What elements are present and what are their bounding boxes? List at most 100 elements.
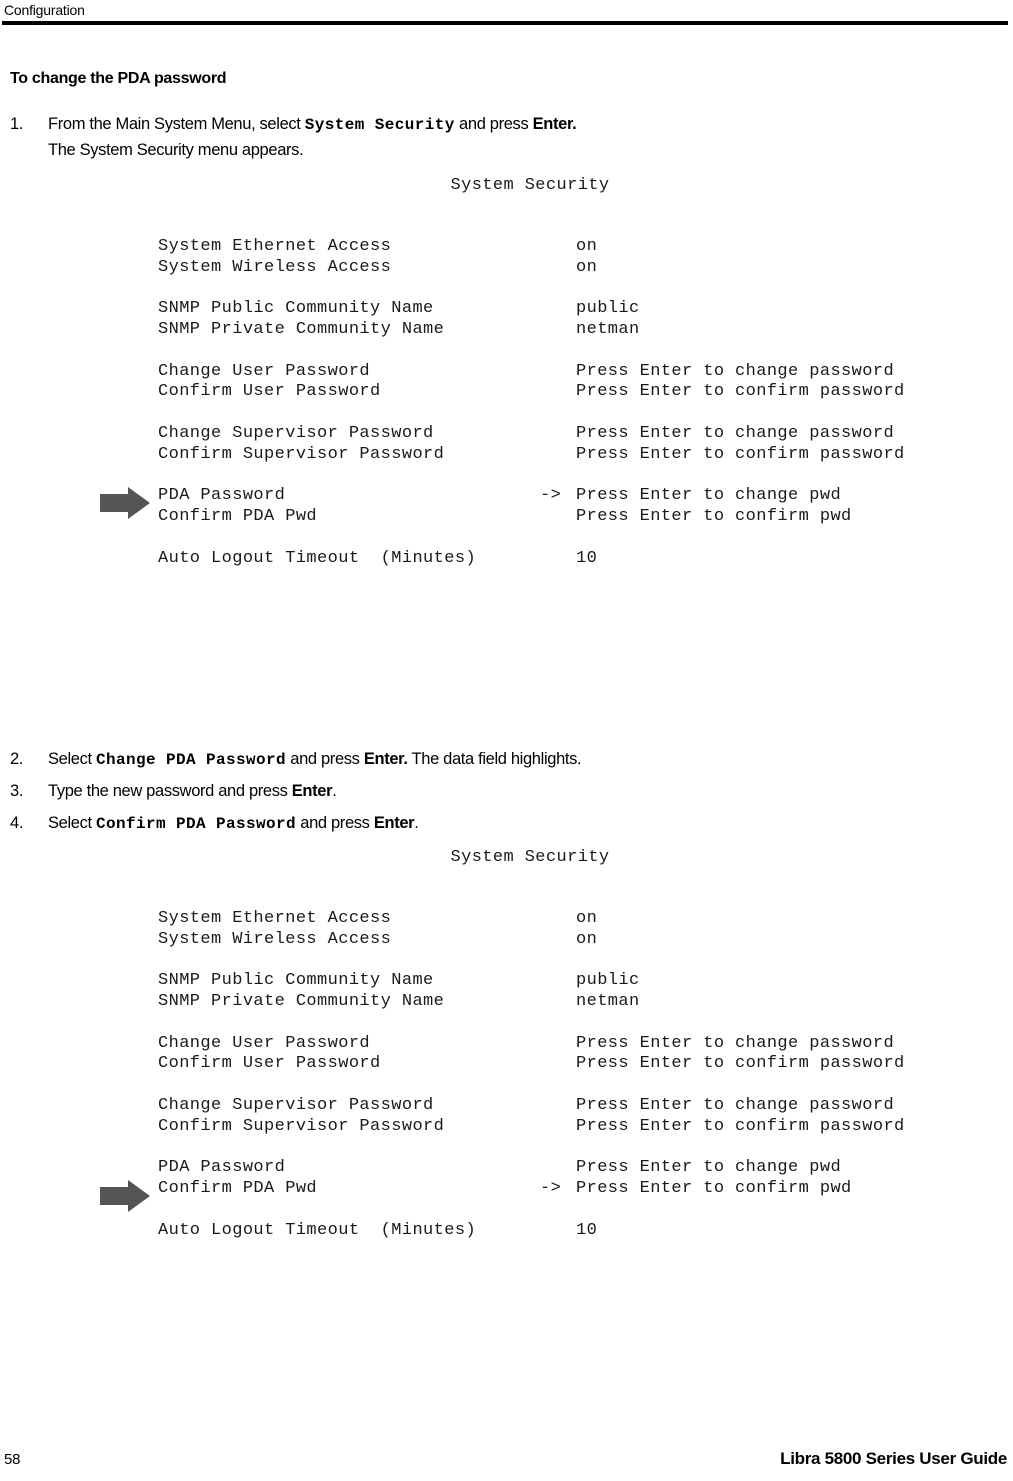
terminal-row-spacer bbox=[158, 341, 960, 362]
terminal-row-value: on bbox=[576, 929, 598, 949]
terminal-row-label: System Wireless Access bbox=[158, 929, 392, 949]
terminal-row-label: Change User Password bbox=[158, 361, 371, 381]
terminal-row-value: Press Enter to confirm password bbox=[576, 382, 905, 402]
step-mono-term: Confirm PDA Password bbox=[96, 815, 297, 833]
terminal-screenshot-2: System Security System Ethernet Access on… bbox=[60, 848, 960, 1408]
terminal-row-value: Press Enter to change pwd bbox=[576, 486, 842, 506]
terminal-row-label: PDA Password bbox=[158, 1158, 286, 1178]
terminal-row-spacer bbox=[158, 278, 960, 299]
step-bold-key: Enter bbox=[291, 782, 333, 800]
terminal-row-label: Confirm User Password bbox=[158, 382, 381, 402]
terminal-row-label: PDA Password bbox=[158, 486, 286, 506]
page-number: 58 bbox=[4, 1451, 21, 1468]
page-header: Configuration bbox=[0, 0, 1013, 26]
terminal-row-label: Confirm User Password bbox=[158, 1054, 381, 1074]
terminal-row-value: Press Enter to change password bbox=[576, 423, 895, 443]
step-text-after: . bbox=[332, 782, 337, 800]
step-item-1: 1. From the Main System Menu, select Sys… bbox=[10, 112, 577, 163]
step-text-before: Select bbox=[48, 814, 96, 832]
terminal-row-label: Change User Password bbox=[158, 1033, 371, 1053]
terminal-row-spacer bbox=[158, 528, 960, 549]
terminal-row: Change Supervisor Password Press Enter to… bbox=[158, 1096, 960, 1117]
terminal-row-label: SNMP Private Community Name bbox=[158, 991, 445, 1011]
header-rule-divider bbox=[2, 21, 1008, 25]
step-number: 1. bbox=[10, 115, 24, 133]
terminal-row-label: Change Supervisor Password bbox=[158, 423, 434, 443]
step-text: Select Confirm PDA Password and press En… bbox=[48, 811, 419, 837]
step-number: 3. bbox=[10, 782, 24, 800]
terminal-row: Confirm PDA Pwd Press Enter to confirm pw… bbox=[158, 507, 960, 528]
terminal-row-label: Auto Logout Timeout (Minutes) bbox=[158, 548, 477, 568]
guide-title: Libra 5800 Series User Guide bbox=[780, 1449, 1007, 1468]
step-item-4: 4. Select Confirm PDA Password and press… bbox=[10, 811, 419, 837]
terminal-row: Change Supervisor Password Press Enter to… bbox=[158, 424, 960, 445]
terminal-row-value: netman bbox=[576, 319, 640, 339]
terminal-row: Confirm Supervisor Password Press Enter t… bbox=[158, 1117, 960, 1138]
terminal-row-label: System Ethernet Access bbox=[158, 236, 392, 256]
terminal-row-value: public bbox=[576, 299, 640, 319]
terminal-row-value: 10 bbox=[576, 1220, 598, 1240]
step-text-before: Type the new password and press bbox=[48, 782, 292, 800]
terminal-row-value: Press Enter to confirm pwd bbox=[576, 1179, 852, 1199]
terminal-row: SNMP Public Community Name public bbox=[158, 299, 960, 320]
step-text-before: Select bbox=[48, 750, 96, 768]
header-title: Configuration bbox=[4, 2, 85, 18]
terminal-row-value: on bbox=[576, 257, 598, 277]
terminal-row-spacer bbox=[158, 466, 960, 487]
terminal-row: PDA Password -> Press Enter to change pwd bbox=[100, 486, 960, 520]
terminal-row-value: 10 bbox=[576, 548, 598, 568]
step-second-line: The System Security menu appears. bbox=[48, 141, 304, 159]
terminal-row-value: Press Enter to change password bbox=[576, 1095, 895, 1115]
terminal-row-value: Press Enter to change password bbox=[576, 1033, 895, 1053]
terminal-row-marker: -> bbox=[540, 1179, 562, 1199]
terminal-menu-rows: System Ethernet Access on System Wireless … bbox=[60, 909, 960, 1242]
terminal-row-label: System Wireless Access bbox=[158, 257, 392, 277]
step-text-before: From the Main System Menu, select bbox=[48, 115, 305, 133]
terminal-row-value: on bbox=[576, 236, 598, 256]
terminal-row-label: Auto Logout Timeout (Minutes) bbox=[158, 1220, 477, 1240]
selection-arrow-icon bbox=[100, 487, 150, 520]
step-text-after: The data field highlights. bbox=[407, 750, 582, 768]
terminal-row-spacer bbox=[158, 403, 960, 424]
terminal-row-label: System Ethernet Access bbox=[158, 908, 392, 928]
terminal-row-label: Change Supervisor Password bbox=[158, 1095, 434, 1115]
terminal-row-label: Confirm Supervisor Password bbox=[158, 444, 445, 464]
step-text-middle: and press bbox=[286, 750, 364, 768]
terminal-row-spacer bbox=[158, 1138, 960, 1159]
terminal-row: SNMP Private Community Name netman bbox=[158, 992, 960, 1013]
terminal-row-value: netman bbox=[576, 991, 640, 1011]
terminal-screenshot-1: System Security System Ethernet Access on… bbox=[60, 176, 960, 736]
terminal-row-label: Confirm PDA Pwd bbox=[158, 507, 318, 527]
terminal-row-value: Press Enter to confirm password bbox=[576, 1116, 905, 1136]
terminal-row: System Ethernet Access on bbox=[158, 909, 960, 930]
step-mono-term: Change PDA Password bbox=[96, 751, 287, 769]
step-text: Type the new password and press Enter. bbox=[48, 779, 337, 805]
page-title: To change the PDA password bbox=[10, 70, 227, 87]
step-item-3: 3. Type the new password and press Enter… bbox=[10, 779, 337, 805]
terminal-menu-rows: System Ethernet Access on System Wireless … bbox=[60, 237, 960, 570]
terminal-row-marker: -> bbox=[540, 486, 562, 506]
step-number: 4. bbox=[10, 814, 24, 832]
terminal-row-spacer bbox=[158, 1013, 960, 1034]
selection-arrow-icon bbox=[100, 1180, 150, 1213]
terminal-row-value: public bbox=[576, 971, 640, 991]
terminal-row: Change User Password Press Enter to chang… bbox=[158, 1034, 960, 1055]
terminal-row: Auto Logout Timeout (Minutes) 10 bbox=[158, 1221, 960, 1242]
terminal-row: Confirm PDA Pwd -> Press Enter to confirm … bbox=[100, 1179, 960, 1213]
terminal-row: SNMP Public Community Name public bbox=[158, 971, 960, 992]
step-text-middle: and press bbox=[454, 115, 533, 133]
step-bold-key: Enter bbox=[373, 814, 415, 832]
terminal-row: Confirm User Password Press Enter to conf… bbox=[158, 1054, 960, 1075]
terminal-row-value: Press Enter to confirm password bbox=[576, 1054, 905, 1074]
step-text: From the Main System Menu, select System… bbox=[48, 112, 577, 138]
terminal-row: System Ethernet Access on bbox=[158, 237, 960, 258]
terminal-row-value: Press Enter to change pwd bbox=[576, 1158, 842, 1178]
terminal-row: Confirm User Password Press Enter to conf… bbox=[158, 382, 960, 403]
terminal-row-label: SNMP Public Community Name bbox=[158, 971, 434, 991]
terminal-row-spacer bbox=[158, 950, 960, 971]
terminal-row-label: SNMP Public Community Name bbox=[158, 299, 434, 319]
terminal-row-spacer bbox=[158, 1075, 960, 1096]
terminal-row-value: Press Enter to confirm password bbox=[576, 444, 905, 464]
terminal-title: System Security bbox=[450, 176, 610, 195]
terminal-row-label: Confirm PDA Pwd bbox=[158, 1179, 318, 1199]
